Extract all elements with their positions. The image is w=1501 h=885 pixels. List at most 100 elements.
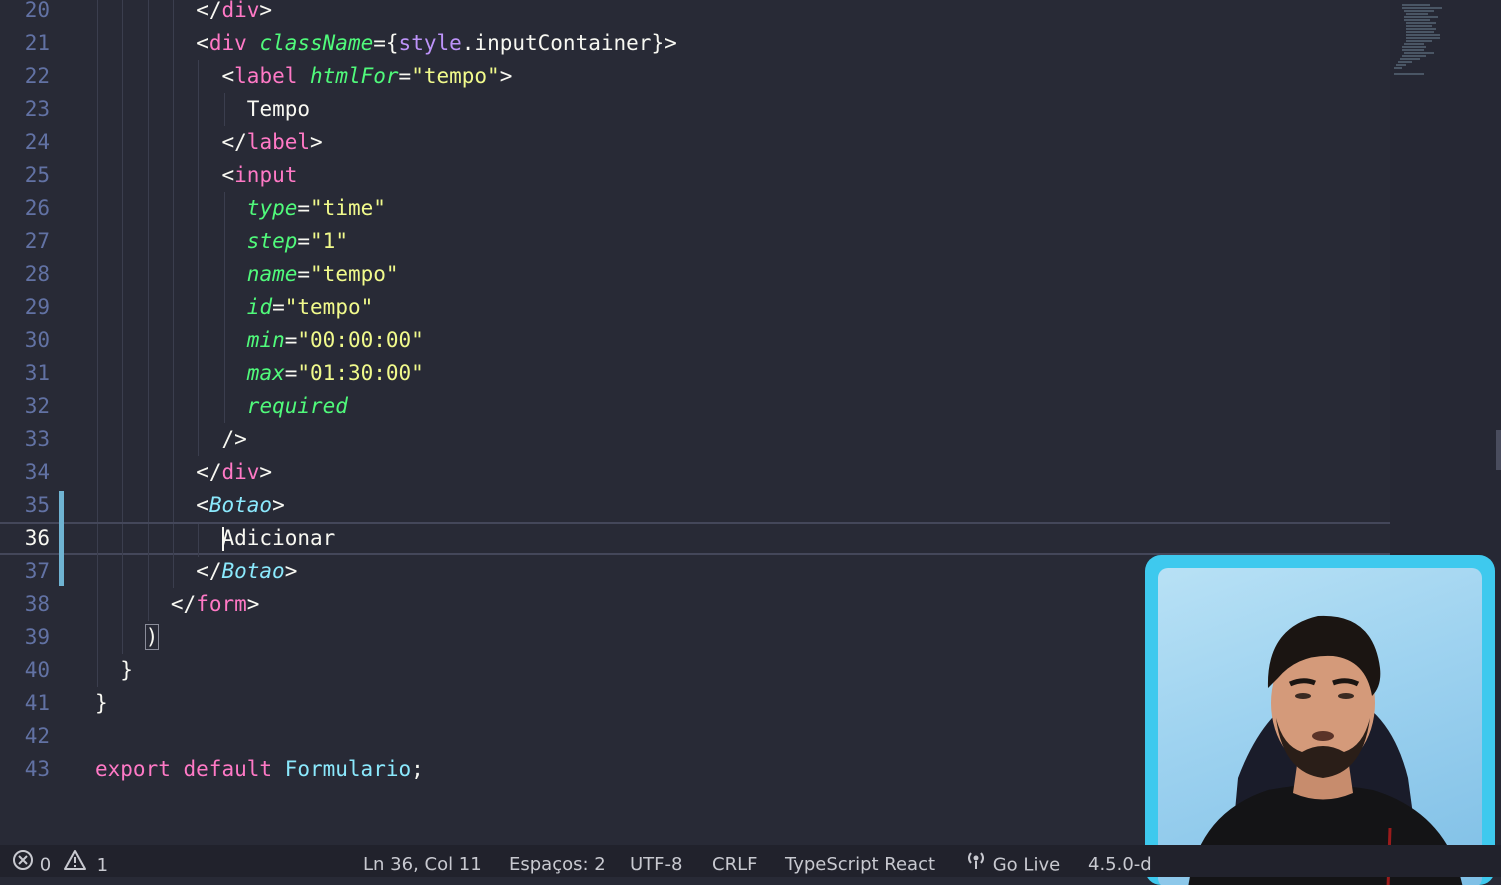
indent-guide [97, 0, 98, 27]
code-token: < [196, 31, 209, 55]
line-number: 34 [24, 460, 50, 484]
code-token: div [221, 460, 260, 484]
code-token: type [246, 196, 298, 220]
indentation-setting[interactable]: Espaços: 2 [509, 849, 606, 881]
indent-guide [172, 60, 174, 93]
eol-setting[interactable]: CRLF [712, 849, 757, 881]
code-token: form [196, 592, 247, 616]
indent-guide [172, 192, 174, 225]
indent-guide [198, 126, 200, 159]
code-line[interactable]: 29 id="tempo" [0, 291, 1390, 324]
code-token: label [234, 64, 298, 88]
go-live-label: Go Live [992, 854, 1061, 876]
cursor-position[interactable]: Ln 36, Col 11 [363, 849, 482, 881]
error-count: 0 [39, 854, 52, 876]
code-line[interactable]: 24 </label> [0, 126, 1390, 159]
indent-guide [147, 390, 149, 423]
indent-guide [223, 258, 225, 291]
minimap-line [1406, 37, 1440, 39]
code-token: required [246, 394, 348, 418]
minimap-line [1406, 28, 1436, 30]
indent-guide [172, 258, 174, 291]
code-token: div [221, 0, 260, 22]
code-token: . [461, 31, 475, 55]
code-token: max [246, 361, 285, 385]
indent-guide [147, 192, 149, 225]
vertical-scrollbar[interactable] [1496, 430, 1501, 470]
code-line[interactable]: 21 <div className={style.inputContainer}> [0, 27, 1390, 60]
code-line[interactable]: 32 required [0, 390, 1390, 423]
code-line[interactable]: 20 </div> [0, 0, 1390, 27]
indent-guide [97, 555, 98, 588]
code-line[interactable]: 26 type="time" [0, 192, 1390, 225]
code-text: </form> [171, 588, 260, 621]
indent-guide [223, 225, 225, 258]
indent-guide [172, 456, 174, 489]
indent-guide [198, 291, 200, 324]
code-token: Botao [208, 493, 273, 517]
indent-guide [97, 621, 98, 654]
minimap-line [1402, 7, 1442, 9]
minimap-line [1402, 46, 1426, 48]
code-text: <label htmlFor="tempo"> [222, 60, 513, 93]
minimap-line [1402, 55, 1426, 57]
code-token: default [183, 757, 273, 781]
indent-guide [122, 456, 124, 489]
code-line[interactable]: 25 <input [0, 159, 1390, 192]
indent-guide [172, 93, 174, 126]
indent-guide [97, 192, 98, 225]
warning-icon [63, 849, 87, 882]
git-modified-indicator[interactable] [59, 491, 64, 586]
indent-guide [147, 324, 149, 357]
line-number: 24 [24, 130, 50, 154]
line-number: 41 [24, 691, 50, 715]
indent-guide [122, 27, 124, 60]
line-number: 26 [24, 196, 50, 220]
encoding-setting[interactable]: UTF-8 [630, 849, 682, 881]
indent-guide [122, 489, 124, 522]
code-line[interactable]: 34 </div> [0, 456, 1390, 489]
line-number: 31 [24, 361, 50, 385]
code-token: = [284, 328, 298, 352]
indent-guide [223, 93, 225, 126]
indent-guide [147, 524, 149, 557]
code-line[interactable]: 28 name="tempo" [0, 258, 1390, 291]
minimap-line [1404, 52, 1434, 54]
indent-guide [147, 225, 149, 258]
code-line[interactable]: 31 max="01:30:00" [0, 357, 1390, 390]
line-number: 28 [24, 262, 50, 286]
code-line[interactable]: 27 step="1" [0, 225, 1390, 258]
code-token: input [234, 163, 298, 187]
code-line[interactable]: 23 Tempo [0, 93, 1390, 126]
code-token: inputContainer [474, 31, 652, 55]
problems-indicator[interactable]: 0 1 [12, 849, 108, 882]
minimap-line [1406, 25, 1432, 27]
code-token: > [499, 64, 513, 88]
line-number: 42 [24, 724, 50, 748]
line-number: 21 [24, 31, 50, 55]
line-number: 38 [24, 592, 50, 616]
code-token: className [259, 31, 374, 55]
code-line[interactable]: 36 Adicionar [0, 522, 1390, 557]
line-number: 23 [24, 97, 50, 121]
typescript-version[interactable]: 4.5.0-d [1088, 849, 1152, 881]
language-mode[interactable]: TypeScript React [785, 849, 935, 881]
code-token: { [385, 31, 399, 55]
indent-guide [122, 159, 124, 192]
indent-guide [122, 60, 124, 93]
indent-guide [147, 126, 149, 159]
broadcast-icon [965, 849, 987, 882]
code-line[interactable]: 22 <label htmlFor="tempo"> [0, 60, 1390, 93]
code-line[interactable]: 35 <Botao> [0, 489, 1390, 522]
indent-guide [198, 423, 200, 456]
code-text: max="01:30:00" [247, 357, 424, 390]
indent-guide [97, 126, 98, 159]
code-line[interactable]: 30 min="00:00:00" [0, 324, 1390, 357]
code-token: = [297, 229, 311, 253]
minimap-line [1404, 16, 1438, 18]
code-line[interactable]: 33 /> [0, 423, 1390, 456]
code-token: = [272, 295, 285, 319]
go-live-button[interactable]: Go Live [965, 849, 1060, 882]
code-token: = [373, 31, 386, 55]
